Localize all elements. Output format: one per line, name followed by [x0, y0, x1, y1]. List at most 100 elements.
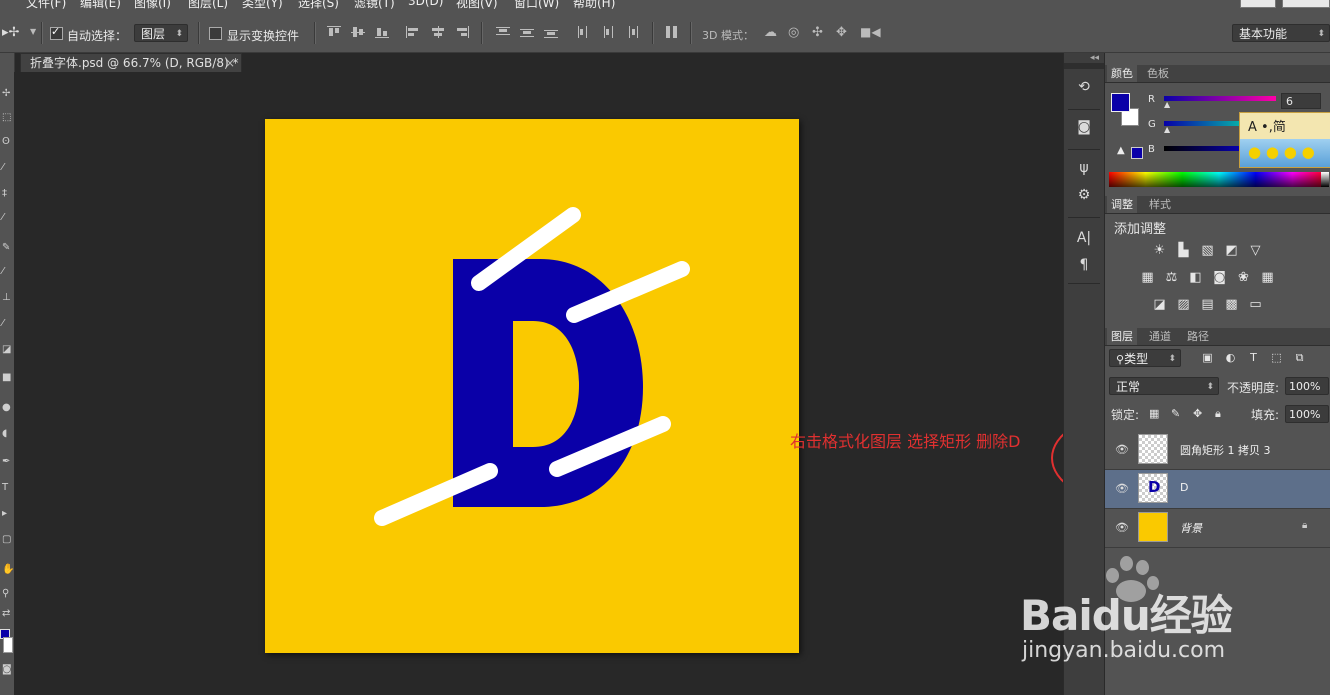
- chevron-down-icon[interactable]: ▼: [30, 27, 36, 36]
- 3d-slide-icon[interactable]: ✥: [836, 25, 847, 40]
- vibrance-icon[interactable]: ▽: [1247, 243, 1264, 258]
- maximize-button[interactable]: [1282, 0, 1330, 8]
- shape-tool-icon[interactable]: ▢: [2, 535, 12, 545]
- eyedropper-tool-icon[interactable]: ⁄: [2, 213, 12, 223]
- filter-type-icon[interactable]: T: [1245, 350, 1262, 365]
- exposure-icon[interactable]: ◩: [1223, 243, 1240, 258]
- threshold-icon[interactable]: ▤: [1199, 297, 1216, 312]
- r-value-field[interactable]: 6: [1281, 93, 1321, 109]
- r-slider-handle-icon[interactable]: ▲: [1164, 100, 1170, 109]
- visibility-eye-icon[interactable]: 👁︎: [1115, 521, 1129, 534]
- lock-transparent-icon[interactable]: ▦: [1149, 407, 1159, 420]
- tab-channels[interactable]: 通道: [1145, 328, 1175, 345]
- fill-field[interactable]: 100%: [1285, 405, 1329, 423]
- tab-styles[interactable]: 样式: [1145, 196, 1175, 213]
- layer-filter-dropdown[interactable]: ⚲类型 ⬍: [1109, 349, 1181, 367]
- layer-row-selected[interactable]: 👁︎ D D: [1105, 470, 1330, 509]
- hand-tool-icon[interactable]: ✋: [2, 565, 14, 575]
- menu-image[interactable]: 图像(I): [134, 0, 171, 11]
- lock-image-icon[interactable]: ✎: [1171, 407, 1180, 420]
- move-tool-icon[interactable]: ▸✢: [2, 25, 19, 40]
- websafe-chip[interactable]: [1131, 147, 1143, 159]
- menu-select[interactable]: 选择(S): [298, 0, 339, 11]
- document-tab[interactable]: 折叠字体.psd @ 66.7% (D, RGB/8) * ×: [20, 53, 242, 72]
- posterize-icon[interactable]: ▨: [1175, 297, 1192, 312]
- distribute-left-icon[interactable]: [577, 26, 591, 38]
- filter-pixel-icon[interactable]: ▣: [1199, 350, 1216, 365]
- auto-select-dropdown[interactable]: 图层 ⬍: [134, 24, 188, 42]
- history-brush-icon[interactable]: ⁄: [2, 319, 12, 329]
- layer-row[interactable]: 👁︎ 圆角矩形 1 拷贝 3: [1105, 431, 1330, 470]
- align-hcenter-icon[interactable]: [431, 26, 445, 38]
- path-select-tool-icon[interactable]: ▸: [2, 509, 12, 519]
- swap-colors-icon[interactable]: ⇄: [2, 609, 12, 619]
- 3d-roll-icon[interactable]: ◎: [788, 25, 799, 40]
- auto-align-icon[interactable]: [665, 26, 679, 38]
- close-tab-icon[interactable]: ×: [225, 54, 235, 73]
- menu-file[interactable]: 文件(F): [26, 0, 66, 11]
- tab-layers[interactable]: 图层: [1107, 328, 1137, 345]
- align-top-icon[interactable]: [327, 26, 341, 38]
- align-vcenter-icon[interactable]: [351, 26, 365, 38]
- hue-saturation-icon[interactable]: ▦: [1139, 270, 1156, 285]
- history-icon[interactable]: ⟲: [1074, 78, 1094, 96]
- paragraph-icon[interactable]: ¶: [1074, 256, 1094, 274]
- layer-row-background[interactable]: 👁︎ 背景 🔒︎: [1105, 509, 1330, 548]
- 3d-pan-icon[interactable]: ✣: [812, 25, 823, 40]
- menu-layer[interactable]: 图层(L): [188, 0, 228, 11]
- visibility-eye-icon[interactable]: 👁︎: [1115, 443, 1129, 456]
- auto-select-checkbox[interactable]: ✓: [50, 25, 63, 40]
- lasso-tool-icon[interactable]: ʘ: [2, 137, 12, 147]
- tab-adjustments[interactable]: 调整: [1107, 196, 1137, 213]
- background-color-swatch[interactable]: [3, 637, 13, 653]
- 3d-scale-icon[interactable]: ■◀: [860, 25, 881, 39]
- workspace-dropdown[interactable]: 基本功能 ⬍: [1232, 24, 1330, 42]
- pen-tool-icon[interactable]: ✒: [2, 457, 12, 467]
- color-balance-icon[interactable]: ⚖: [1163, 270, 1180, 285]
- visibility-eye-icon[interactable]: 👁︎: [1115, 482, 1129, 495]
- dodge-tool-icon[interactable]: ◖: [2, 429, 12, 439]
- channel-mixer-icon[interactable]: ❀: [1235, 270, 1252, 285]
- eraser-tool-icon[interactable]: ◪: [2, 345, 12, 355]
- distribute-vcenter-icon[interactable]: [520, 26, 534, 38]
- menu-edit[interactable]: 编辑(E): [80, 0, 121, 11]
- ime-toolbar[interactable]: A •,简 ● ● ● ●: [1239, 112, 1330, 168]
- healing-tool-icon[interactable]: ✎: [2, 243, 12, 253]
- g-slider-handle-icon[interactable]: ▲: [1164, 125, 1170, 134]
- align-right-icon[interactable]: [455, 26, 469, 38]
- r-slider[interactable]: [1164, 96, 1276, 101]
- gradient-tool-icon[interactable]: ■: [2, 373, 12, 383]
- filter-shape-icon[interactable]: ⬚: [1268, 350, 1285, 365]
- color-lookup-icon[interactable]: ▦: [1259, 270, 1276, 285]
- type-tool-icon[interactable]: T: [2, 483, 12, 493]
- menu-filter[interactable]: 滤镜(T): [354, 0, 395, 11]
- zoom-tool-icon[interactable]: ⚲: [2, 589, 12, 599]
- show-transform-checkbox[interactable]: [209, 27, 222, 40]
- tab-paths[interactable]: 路径: [1183, 328, 1213, 345]
- invert-icon[interactable]: ◪: [1151, 297, 1168, 312]
- brush-preset-icon[interactable]: ψ: [1074, 159, 1094, 177]
- distribute-right-icon[interactable]: [625, 26, 639, 38]
- menu-type[interactable]: 类型(Y): [242, 0, 283, 11]
- curves-icon[interactable]: ▧: [1199, 243, 1216, 258]
- crop-tool-icon[interactable]: ‡: [2, 189, 12, 199]
- document-canvas[interactable]: [265, 119, 799, 653]
- foreground-color-chip[interactable]: [1111, 93, 1130, 112]
- distribute-hcenter-icon[interactable]: [601, 26, 615, 38]
- align-bottom-icon[interactable]: [375, 26, 389, 38]
- tab-swatches[interactable]: 色板: [1143, 65, 1173, 82]
- distribute-bottom-icon[interactable]: [544, 26, 558, 38]
- lock-all-icon[interactable]: 🔒︎: [1215, 407, 1221, 421]
- gamut-warning-icon[interactable]: ▲: [1117, 145, 1125, 156]
- filter-adjustment-icon[interactable]: ◐: [1222, 350, 1239, 365]
- move-tool-icon[interactable]: ✢: [2, 89, 12, 99]
- levels-icon[interactable]: ▙: [1175, 243, 1192, 258]
- lock-position-icon[interactable]: ✥: [1193, 407, 1202, 420]
- menu-window[interactable]: 窗口(W): [514, 0, 559, 11]
- camera-icon[interactable]: ◙: [1074, 118, 1094, 136]
- blur-tool-icon[interactable]: ●: [2, 403, 12, 413]
- photo-filter-icon[interactable]: ◙: [1211, 270, 1228, 285]
- stamp-tool-icon[interactable]: ⊥: [2, 293, 12, 303]
- blend-mode-dropdown[interactable]: 正常 ⬍: [1109, 377, 1219, 395]
- opacity-field[interactable]: 100%: [1285, 377, 1329, 395]
